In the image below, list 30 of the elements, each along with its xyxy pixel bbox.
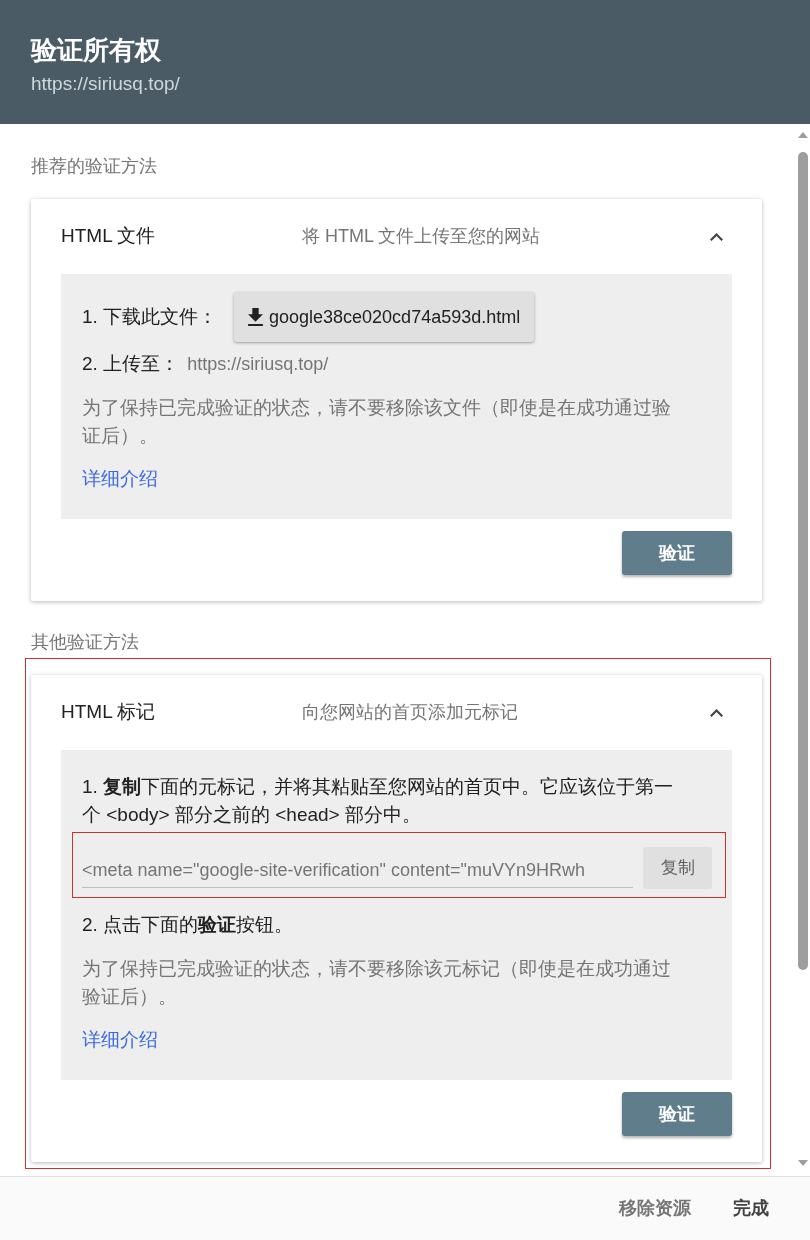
- verify-button[interactable]: 验证: [622, 1092, 732, 1136]
- note-text: 为了保持已完成验证的状态，请不要移除该元标记（即使是在成功通过验证后）。: [82, 957, 672, 1009]
- method-description: 向您网站的首页添加元标记: [302, 701, 519, 724]
- step-text: 2. 点击下面的验证按钮。: [82, 913, 295, 937]
- copy-button[interactable]: 复制: [643, 847, 712, 889]
- meta-tag-field[interactable]: <meta name="google-site-verification" content="muVYn9HRwh: [82, 848, 633, 888]
- learn-more-link[interactable]: 详细介绍: [82, 1029, 158, 1050]
- method-name: HTML 文件: [61, 224, 157, 249]
- step-text: 1. 复制下面的元标记，并将其粘贴至您网站的首页中。它应该位于第一个 <body> 部分之前的 <head> 部分中。: [82, 775, 675, 827]
- method-description: 将 HTML 文件上传至您的网站: [302, 225, 542, 248]
- chevron-up-icon[interactable]: [710, 232, 723, 241]
- remove-resource-button[interactable]: 移除资源: [605, 1187, 705, 1230]
- scrollbar-thumb[interactable]: [797, 152, 808, 970]
- learn-more-link[interactable]: 详细介绍: [82, 468, 158, 489]
- note-text: 为了保持已完成验证的状态，请不要移除该文件（即使是在成功通过验证后）。: [82, 396, 672, 448]
- step-label: 2. 上传至：: [82, 352, 180, 376]
- download-icon: [248, 308, 263, 326]
- section-heading: 其他验证方法: [31, 631, 140, 653]
- upload-url: https://siriusq.top/: [187, 353, 329, 376]
- scroll-up-arrow-icon[interactable]: [797, 132, 808, 138]
- scroll-down-arrow-icon[interactable]: [797, 1160, 808, 1166]
- step-label: 1. 下载此文件：: [82, 305, 219, 329]
- chevron-up-icon[interactable]: [710, 708, 723, 717]
- verify-button[interactable]: 验证: [622, 531, 732, 575]
- done-button[interactable]: 完成: [719, 1187, 783, 1230]
- site-url: https://siriusq.top/: [31, 72, 181, 96]
- dialog-title: 验证所有权: [31, 34, 162, 66]
- download-file-button[interactable]: google38ce020cd74a593d.html: [234, 292, 535, 342]
- section-heading: 推荐的验证方法: [31, 155, 158, 177]
- method-name: HTML 标记: [61, 700, 157, 725]
